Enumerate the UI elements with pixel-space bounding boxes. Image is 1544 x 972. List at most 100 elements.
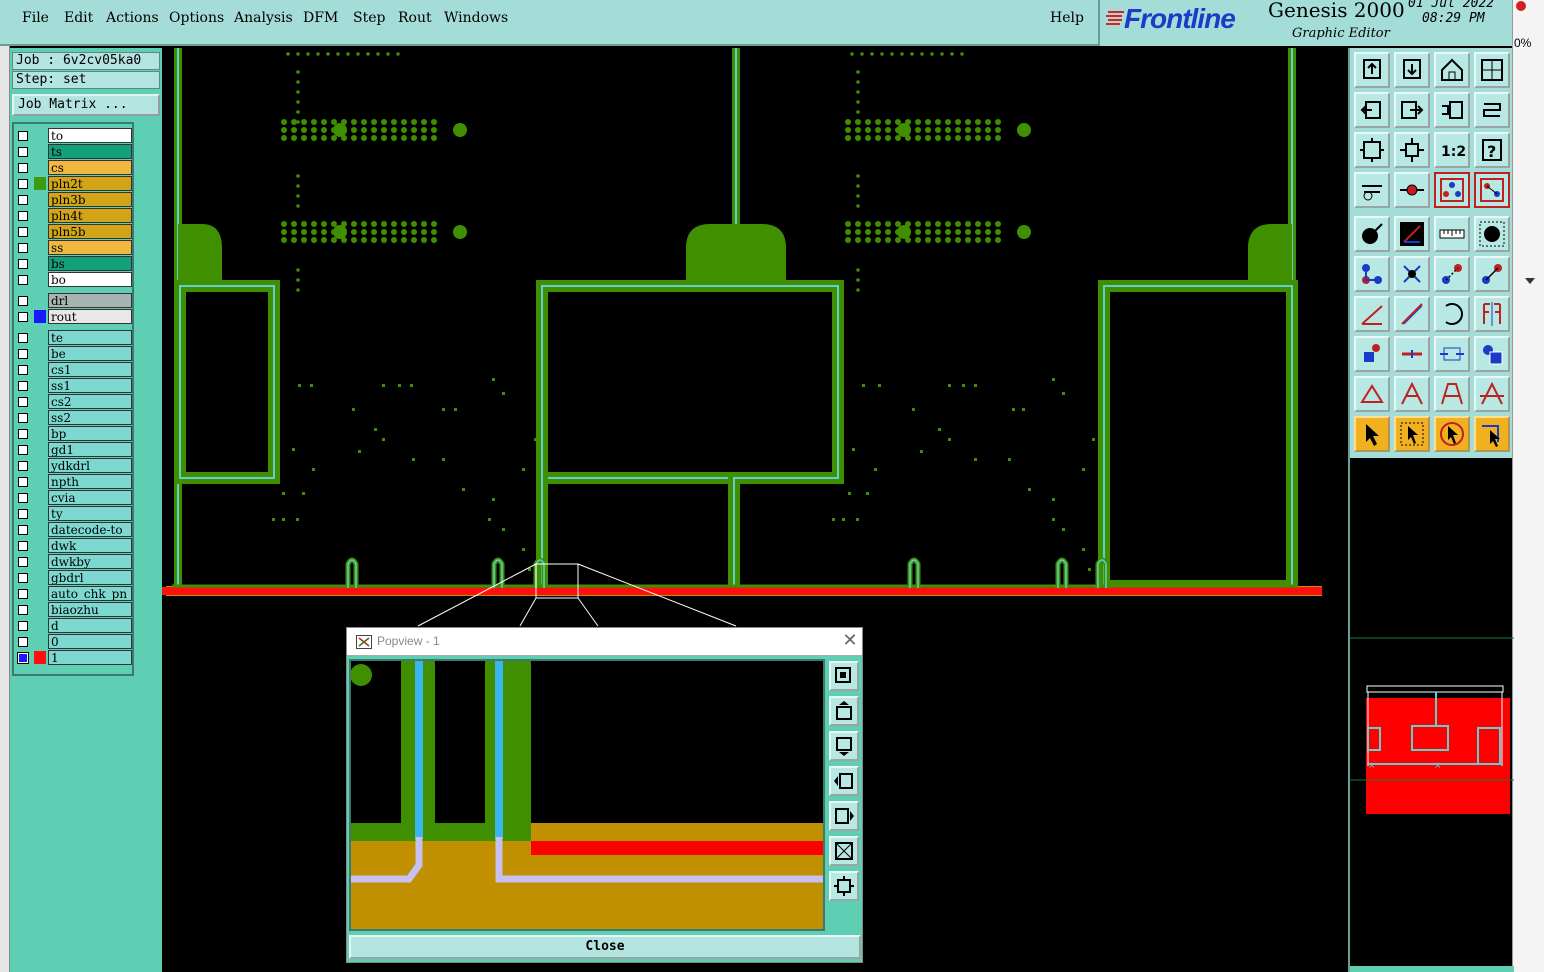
layer-checkbox[interactable] <box>18 296 28 306</box>
layer-name[interactable]: pln5b <box>48 224 132 239</box>
stretch-icon[interactable] <box>1434 336 1470 372</box>
popview-pan-up-icon[interactable] <box>829 696 859 726</box>
layer-name[interactable]: ts <box>48 144 132 159</box>
menu-step[interactable]: Step <box>353 10 385 26</box>
angle-line-icon[interactable] <box>1354 296 1390 332</box>
zoom-center-icon[interactable] <box>1394 132 1430 168</box>
close-icon[interactable]: ✕ <box>839 630 861 652</box>
layer-row-datecode-to[interactable]: datecode-to <box>14 522 132 537</box>
layer-name[interactable]: rout <box>48 309 132 324</box>
layer-name[interactable]: 0 <box>48 634 132 649</box>
menu-options[interactable]: Options <box>169 10 224 26</box>
layer-row-te[interactable]: te <box>14 330 132 345</box>
layer-checkbox[interactable] <box>18 557 28 567</box>
zoom-home-down-icon[interactable] <box>1394 52 1430 88</box>
layer-name[interactable]: ss2 <box>48 410 132 425</box>
layer-row-pln3b[interactable]: pln3b <box>14 192 132 207</box>
layer-row-ss1[interactable]: ss1 <box>14 378 132 393</box>
layer-checkbox[interactable] <box>18 509 28 519</box>
popview-pan-left-icon[interactable] <box>829 766 859 796</box>
layer-name[interactable]: ss <box>48 240 132 255</box>
add-line-icon[interactable] <box>1394 216 1430 252</box>
layer-checkbox[interactable] <box>18 163 28 173</box>
layer-name[interactable]: bp <box>48 426 132 441</box>
layer-name[interactable]: cs <box>48 160 132 175</box>
layer-row-cs[interactable]: cs <box>14 160 132 175</box>
layer-checkbox[interactable] <box>18 259 28 269</box>
layer-checkbox[interactable] <box>17 652 29 664</box>
select-arrow-icon[interactable] <box>1354 416 1390 452</box>
select-box-icon[interactable] <box>1394 416 1430 452</box>
layer-row-d[interactable]: d <box>14 618 132 633</box>
split-icon[interactable] <box>1394 336 1430 372</box>
popview-pan-down-icon[interactable] <box>829 731 859 761</box>
ruler-icon[interactable] <box>1434 216 1470 252</box>
layer-row-pln5b[interactable]: pln5b <box>14 224 132 239</box>
resize-icon[interactable] <box>1354 336 1390 372</box>
layer-name[interactable]: 1 <box>48 650 132 665</box>
slash-line-icon[interactable] <box>1394 296 1430 332</box>
layer-checkbox[interactable] <box>18 243 28 253</box>
copy-icon[interactable] <box>1474 256 1510 292</box>
dropdown-arrow-icon[interactable] <box>1523 275 1537 287</box>
layer-name[interactable]: d <box>48 618 132 633</box>
layer-compare-icon[interactable] <box>1474 172 1510 208</box>
triangle-icon[interactable] <box>1354 376 1390 412</box>
layer-checkbox[interactable] <box>18 147 28 157</box>
zoom-home-up-icon[interactable] <box>1354 52 1390 88</box>
layer-name[interactable]: dwk <box>48 538 132 553</box>
mirror-icon[interactable] <box>1474 296 1510 332</box>
overview-panel[interactable]: × × <box>1348 458 1514 972</box>
layer-name[interactable]: gd1 <box>48 442 132 457</box>
layer-checkbox[interactable] <box>18 275 28 285</box>
layer-name[interactable]: drl <box>48 293 132 308</box>
menu-file[interactable]: File <box>22 10 49 26</box>
scale-1to2-icon[interactable]: 1:2 <box>1434 132 1470 168</box>
layer-row-ydkdrl[interactable]: ydkdrl <box>14 458 132 473</box>
layer-checkbox[interactable] <box>18 211 28 221</box>
layer-checkbox[interactable] <box>18 541 28 551</box>
layer-name[interactable]: cs2 <box>48 394 132 409</box>
layer-row-0[interactable]: 0 <box>14 634 132 649</box>
overview-map[interactable]: × × <box>1350 458 1514 972</box>
layer-row-ss2[interactable]: ss2 <box>14 410 132 425</box>
job-matrix-button[interactable]: Job Matrix ... <box>12 94 160 116</box>
layer-name[interactable]: dwkby <box>48 554 132 569</box>
layer-row-drl[interactable]: drl <box>14 293 132 308</box>
feature-dot-icon[interactable] <box>1474 216 1510 252</box>
layer-checkbox[interactable] <box>18 525 28 535</box>
layer-highlight-icon[interactable] <box>1434 172 1470 208</box>
layer-checkbox[interactable] <box>18 333 28 343</box>
layer-row-dwk[interactable]: dwk <box>14 538 132 553</box>
arc-icon[interactable] <box>1434 296 1470 332</box>
layer-checkbox[interactable] <box>18 349 28 359</box>
layer-checkbox[interactable] <box>18 477 28 487</box>
layer-checkbox[interactable] <box>18 413 28 423</box>
layer-row-cs1[interactable]: cs1 <box>14 362 132 377</box>
layer-name[interactable]: pln4t <box>48 208 132 223</box>
layer-name[interactable]: auto_chk_pn <box>48 586 132 601</box>
move-icon[interactable] <box>1434 256 1470 292</box>
layer-name[interactable]: ty <box>48 506 132 521</box>
layer-name[interactable]: gbdrl <box>48 570 132 585</box>
menu-windows[interactable]: Windows <box>444 10 508 26</box>
layer-row-pln2t[interactable]: pln2t <box>14 176 132 191</box>
zoom-fit-icon[interactable] <box>1354 132 1390 168</box>
snap-settings-icon[interactable] <box>1354 172 1390 208</box>
layer-checkbox[interactable] <box>18 397 28 407</box>
measure-key-icon[interactable] <box>1394 172 1430 208</box>
add-pad-icon[interactable] <box>1354 216 1390 252</box>
layer-row-be[interactable]: be <box>14 346 132 361</box>
layer-row-ss[interactable]: ss <box>14 240 132 255</box>
popview-zoom-out-icon[interactable] <box>829 836 859 866</box>
undo-zoom-icon[interactable] <box>1434 92 1470 128</box>
a-shape-icon[interactable] <box>1394 376 1430 412</box>
popview-drawing[interactable] <box>351 661 823 929</box>
layer-row-ts[interactable]: ts <box>14 144 132 159</box>
layer-checkbox[interactable] <box>18 227 28 237</box>
group-icon[interactable] <box>1474 336 1510 372</box>
layer-checkbox[interactable] <box>18 573 28 583</box>
cross-icon[interactable] <box>1394 256 1430 292</box>
layer-checkbox[interactable] <box>18 179 28 189</box>
layer-name[interactable]: datecode-to <box>48 522 132 537</box>
